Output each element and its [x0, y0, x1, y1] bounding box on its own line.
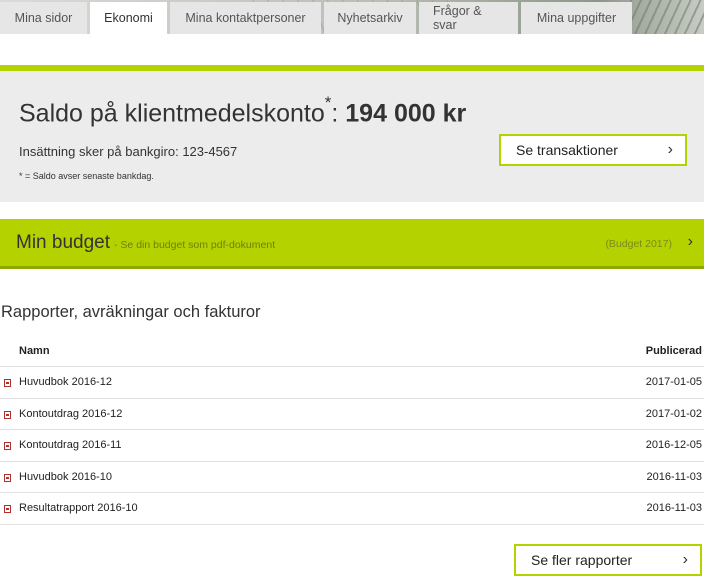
chevron-right-icon: › — [687, 233, 693, 250]
see-transactions-label: Se transaktioner — [516, 142, 618, 158]
see-transactions-button[interactable]: Se transaktioner › — [499, 134, 687, 166]
table-header: Namn Publicerad — [0, 339, 704, 367]
report-date: 2017-01-02 — [645, 407, 702, 420]
table-row[interactable]: Huvudbok 2016-10 2016-11-03 — [0, 462, 704, 493]
pdf-file-icon — [4, 410, 11, 419]
balance-footnote: * = Saldo avser senaste bankdag. — [19, 171, 154, 181]
budget-year-label: (Budget 2017) — [605, 238, 672, 250]
table-row[interactable]: Huvudbok 2016-12 2017-01-05 — [0, 367, 704, 399]
table-row[interactable]: Kontoutdrag 2016-12 2017-01-02 — [0, 399, 704, 430]
balance-footnote-mark: * — [324, 93, 332, 112]
pdf-file-icon — [4, 442, 11, 450]
table-row[interactable]: Kontoutdrag 2016-11 2016-12-05 — [0, 430, 704, 462]
report-name-link[interactable]: Huvudbok 2016-12 — [19, 376, 112, 388]
chevron-right-icon: › — [682, 551, 688, 568]
pdf-file-icon — [4, 505, 11, 513]
budget-subtitle: - Se din budget som pdf-dokument — [114, 239, 276, 251]
budget-heading: Min budget - Se din budget som pdf-dokume… — [16, 232, 275, 254]
pdf-file-icon — [4, 473, 11, 482]
report-name-link[interactable]: Huvudbok 2016-10 — [19, 471, 112, 483]
tab-fragor-svar[interactable]: Frågor & svar — [419, 2, 518, 34]
balance-label: Saldo på klientmedelskonto — [19, 99, 325, 128]
budget-banner[interactable]: Min budget - Se din budget som pdf-dokume… — [0, 219, 704, 269]
chevron-right-icon: › — [667, 141, 673, 158]
report-date: 2016-11-03 — [646, 502, 702, 514]
report-name-link[interactable]: Kontoutdrag 2016-11 — [19, 439, 122, 451]
deposit-info: Insättning sker på bankgiro: 123-4567 — [19, 144, 238, 159]
report-date: 2016-11-03 — [646, 470, 702, 483]
tab-ekonomi[interactable]: Ekonomi — [90, 2, 167, 34]
reports-heading: Rapporter, avräkningar och fakturor — [1, 303, 261, 321]
report-date: 2017-01-05 — [645, 376, 702, 388]
tab-mina-kontaktpersoner[interactable]: Mina kontaktpersoner — [170, 2, 321, 34]
reports-table: Namn Publicerad Huvudbok 2016-12 2017-01… — [0, 339, 704, 525]
header-photo-detail — [630, 0, 704, 34]
see-more-reports-label: Se fler rapporter — [531, 552, 633, 568]
tab-nyhetsarkiv[interactable]: Nyhetsarkiv — [324, 2, 416, 34]
balance-amount: 194 000 kr — [345, 99, 467, 128]
tab-mina-sidor[interactable]: Mina sidor — [0, 2, 87, 34]
balance-heading: Saldo på klientmedelskonto*: 194 000 kr — [19, 93, 467, 128]
report-name-link[interactable]: Kontoutdrag 2016-12 — [19, 408, 122, 420]
pdf-file-icon — [4, 379, 11, 387]
see-more-reports-button[interactable]: Se fler rapporter › — [514, 544, 702, 576]
balance-panel: Saldo på klientmedelskonto*: 194 000 kr … — [0, 71, 704, 202]
tab-mina-uppgifter[interactable]: Mina uppgifter — [521, 2, 632, 34]
column-header-name[interactable]: Namn — [19, 345, 50, 357]
balance-separator: : — [331, 99, 346, 128]
main-tabs: Mina sidor Ekonomi Mina kontaktpersoner … — [0, 2, 635, 34]
table-row[interactable]: Resultatrapport 2016-10 2016-11-03 — [0, 493, 704, 525]
report-name-link[interactable]: Resultatrapport 2016-10 — [19, 502, 138, 514]
column-header-published[interactable]: Publicerad — [646, 345, 702, 357]
budget-title: Min budget — [16, 232, 111, 253]
report-date: 2016-12-05 — [645, 439, 702, 451]
